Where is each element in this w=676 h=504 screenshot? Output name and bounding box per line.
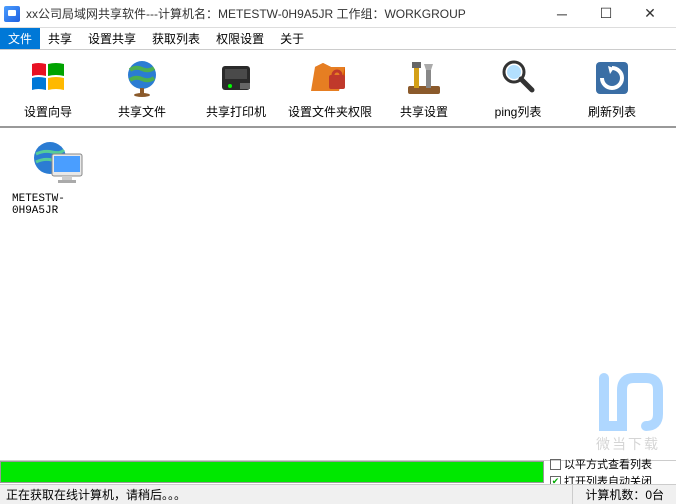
computer-name: METESTW-0H9A5JR [12, 193, 104, 217]
toolbar-folder-permissions[interactable]: 设置文件夹权限 [292, 57, 368, 120]
progress-bar [0, 461, 544, 483]
menu-permissions[interactable]: 权限设置 [208, 28, 272, 49]
menu-share-settings[interactable]: 设置共享 [80, 28, 144, 49]
folder-lock-icon [309, 57, 351, 99]
toolbar: 设置向导 共享文件 共享打印机 设置文件夹权限 共享设置 ping列表 刷新 [0, 50, 676, 128]
refresh-icon [591, 57, 633, 99]
toolbar-refresh-list[interactable]: 刷新列表 [574, 57, 650, 120]
checkbox-icon [550, 459, 561, 470]
windows-logo-icon [27, 57, 69, 99]
menu-file[interactable]: 文件 [0, 28, 40, 49]
toolbar-setup-wizard[interactable]: 设置向导 [10, 57, 86, 120]
toolbar-label: 刷新列表 [588, 103, 636, 120]
toolbar-label: 设置向导 [24, 103, 72, 120]
printer-icon [215, 57, 257, 99]
toolbar-share-settings[interactable]: 共享设置 [386, 57, 462, 120]
toolbar-label: 共享设置 [400, 103, 448, 120]
app-icon [4, 6, 20, 22]
globe-icon [121, 57, 163, 99]
toolbar-label: 共享文件 [118, 103, 166, 120]
progress-area: 以平方式查看列表 ✔ 打开列表自动关闭 [0, 460, 676, 484]
titlebar: xx公司局域网共享软件---计算机名：METESTW-0H9A5JR 工作组：W… [0, 0, 676, 28]
toolbar-ping-list[interactable]: ping列表 [480, 57, 556, 120]
window-title: xx公司局域网共享软件---计算机名：METESTW-0H9A5JR 工作组：W… [26, 5, 540, 22]
tools-icon [403, 57, 445, 99]
status-message: 正在获取在线计算机，请稍后。。。 [0, 486, 572, 503]
content-area: METESTW-0H9A5JR [0, 128, 676, 458]
statusbar: 正在获取在线计算机，请稍后。。。 计算机数：0台 [0, 484, 676, 504]
toolbar-label: 设置文件夹权限 [288, 103, 372, 120]
toolbar-label: 共享打印机 [206, 103, 266, 120]
menubar: 文件 共享 设置共享 获取列表 权限设置 关于 [0, 28, 676, 50]
magnifier-icon [497, 57, 539, 99]
status-count: 计算机数：0台 [572, 485, 676, 504]
option-tile-view[interactable]: 以平方式查看列表 [550, 456, 670, 472]
toolbar-share-file[interactable]: 共享文件 [104, 57, 180, 120]
window-controls: ─ ☐ ✕ [540, 1, 672, 27]
option-label: 以平方式查看列表 [564, 456, 652, 472]
menu-get-list[interactable]: 获取列表 [144, 28, 208, 49]
menu-share[interactable]: 共享 [40, 28, 80, 49]
toolbar-label: ping列表 [495, 103, 542, 120]
menu-about[interactable]: 关于 [272, 28, 312, 49]
toolbar-share-printer[interactable]: 共享打印机 [198, 57, 274, 120]
computer-monitor-icon [30, 140, 86, 189]
maximize-button[interactable]: ☐ [584, 1, 628, 27]
computer-item[interactable]: METESTW-0H9A5JR [8, 136, 108, 221]
close-button[interactable]: ✕ [628, 1, 672, 27]
minimize-button[interactable]: ─ [540, 1, 584, 27]
options-panel: 以平方式查看列表 ✔ 打开列表自动关闭 [544, 461, 676, 484]
